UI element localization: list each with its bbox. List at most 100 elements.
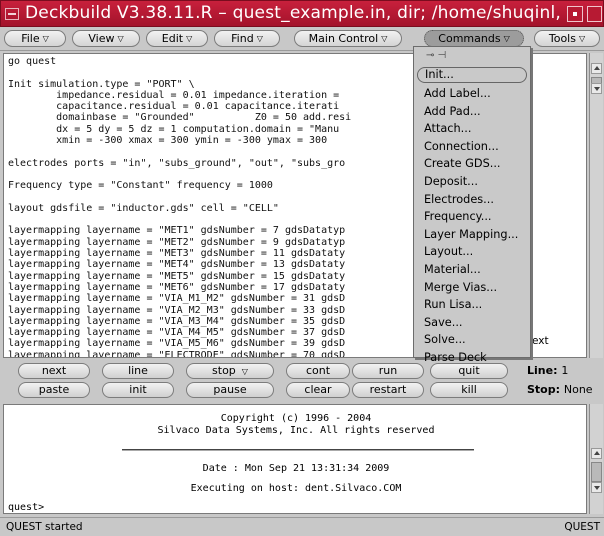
commands-menu-item[interactable]: Deposit... [424, 175, 478, 188]
code-line[interactable]: layermapping layername = "MET4" gdsNumbe… [8, 259, 351, 270]
editor-scrollbar[interactable] [589, 53, 603, 358]
stop-status-label: Stop: [527, 383, 561, 396]
commands-menu-item[interactable]: Layer Mapping... [424, 228, 518, 241]
kill-button[interactable]: kill [430, 382, 508, 398]
output-console[interactable]: Copyright (c) 1996 - 2004 Silvaco Data S… [3, 404, 587, 514]
code-line[interactable]: electrodes ports = "in", "subs_ground", … [8, 158, 351, 169]
next-button[interactable]: next [18, 363, 90, 379]
edit-menu-button[interactable]: Edit ▽ [146, 30, 208, 47]
commands-menu-item[interactable]: Frequency... [424, 210, 492, 223]
code-line[interactable]: Init simulation.type = "PORT" \ [8, 79, 351, 90]
code-line[interactable]: dx = 5 dy = 5 dz = 1 computation.domain … [8, 124, 351, 135]
code-line[interactable] [8, 146, 351, 157]
commands-menu-item[interactable]: Merge Vias... [424, 281, 497, 294]
file-menu-label: File [21, 32, 40, 45]
code-line[interactable]: xmin = -300 xmax = 300 ymin = -300 ymax … [8, 135, 351, 146]
commands-menu-button[interactable]: Commands ▽ [424, 30, 524, 47]
code-line[interactable]: impedance.residual = 0.01 impedance.iter… [8, 90, 351, 101]
control-row-1: next line stop ▽ cont run quit Line: 1 [0, 362, 604, 381]
tools-menu-button[interactable]: Tools ▽ [534, 30, 600, 47]
chevron-down-icon: ▽ [42, 34, 49, 43]
chevron-down-icon: ▽ [186, 34, 193, 43]
view-menu-button[interactable]: View ▽ [72, 30, 140, 47]
scroll-thumb[interactable] [591, 462, 602, 482]
chevron-down-icon: ▽ [241, 367, 248, 376]
file-menu-button[interactable]: File ▽ [4, 30, 66, 47]
code-line[interactable]: layermapping layername = "MET5" gdsNumbe… [8, 271, 351, 282]
code-line[interactable]: layermapping layername = "MET3" gdsNumbe… [8, 248, 351, 259]
status-left: QUEST started [6, 521, 83, 533]
host-line: Executing on host: dent.Silvaco.COM [190, 483, 402, 494]
scroll-down-icon[interactable] [591, 482, 602, 493]
cont-button[interactable]: cont [286, 363, 350, 379]
control-row-2: paste init pause clear restart kill Stop… [0, 381, 604, 400]
pause-button[interactable]: pause [186, 382, 274, 398]
window-title: Deckbuild V3.38.11.R – quest_example.in,… [25, 3, 562, 23]
paste-button[interactable]: paste [18, 382, 90, 398]
main-control-menu-button[interactable]: Main Control ▽ [294, 30, 402, 47]
chevron-down-icon: ▽ [578, 34, 586, 43]
commands-menu-item[interactable]: Material... [424, 263, 481, 276]
deck-text[interactable]: go quest Init simulation.type = "PORT" \… [8, 56, 351, 357]
chevron-down-icon: ▽ [503, 34, 510, 43]
console-prompt[interactable]: quest> [8, 502, 44, 513]
code-line[interactable]: layermapping layername = "VIA_M1_M2" gds… [8, 293, 351, 304]
status-bar: QUEST started QUEST [0, 517, 604, 536]
code-line[interactable]: layermapping layername = "VIA_M3_M4" gds… [8, 316, 351, 327]
commands-menu-item[interactable]: Attach... [424, 122, 471, 135]
company-line: Silvaco Data Systems, Inc. All rights re… [157, 425, 435, 436]
code-line[interactable]: capacitance.residual = 0.01 capacitance.… [8, 101, 351, 112]
code-line[interactable]: layermapping layername = "MET6" gdsNumbe… [8, 282, 351, 293]
code-line[interactable]: go quest [8, 56, 351, 67]
init-button[interactable]: init [102, 382, 174, 398]
line-button[interactable]: line [102, 363, 174, 379]
commands-menu-item[interactable]: Init... [417, 67, 527, 83]
output-scrollbar[interactable] [589, 404, 603, 514]
commands-menu-item[interactable]: Create GDS... [424, 157, 501, 170]
commands-menu-item[interactable]: Run Lisa... [424, 298, 482, 311]
line-status: Line: 1 [527, 364, 568, 377]
code-line[interactable] [8, 214, 351, 225]
commands-menu-label: Commands [438, 32, 501, 45]
line-status-label: Line: [527, 364, 558, 377]
code-line[interactable]: layermapping layername = "VIA_M2_M3" gds… [8, 305, 351, 316]
code-line[interactable]: layout gdsfile = "inductor.gds" cell = "… [8, 203, 351, 214]
commands-menu-item[interactable]: Parse Deck [424, 351, 487, 364]
code-line[interactable]: layermapping layername = "VIA_M5_M6" gds… [8, 338, 351, 349]
code-line[interactable]: Frequency type = "Constant" frequency = … [8, 180, 351, 191]
code-line[interactable] [8, 67, 351, 78]
chevron-down-icon: ▽ [256, 34, 263, 43]
code-line[interactable]: layermapping layername = "VIA_M4_M5" gds… [8, 327, 351, 338]
commands-menu-item[interactable]: Solve... [424, 333, 466, 346]
title-bar[interactable]: Deckbuild V3.38.11.R – quest_example.in,… [0, 0, 604, 27]
find-menu-button[interactable]: Find ▽ [214, 30, 280, 47]
quit-button[interactable]: quit [430, 363, 508, 379]
code-line[interactable] [8, 192, 351, 203]
run-button[interactable]: run [352, 363, 424, 379]
code-line[interactable]: layermapping layername = "ELECTRODE" gds… [8, 350, 351, 357]
commands-dropdown: ⊸ ⊣ Init... Add Label... Add Pad... Attach.… [413, 46, 531, 364]
restart-button[interactable]: restart [352, 382, 424, 398]
commands-menu-item[interactable]: Electrodes... [424, 193, 494, 206]
minimize-icon[interactable] [567, 6, 583, 22]
code-line[interactable]: layermapping layername = "MET1" gdsNumbe… [8, 225, 351, 236]
stop-button[interactable]: stop ▽ [186, 363, 274, 379]
clipped-text-tail: ext [532, 335, 549, 347]
code-line[interactable]: domainbase = "Grounded" Z0 = 50 add.resi [8, 112, 351, 123]
clear-button[interactable]: clear [286, 382, 350, 398]
scroll-up-icon[interactable] [591, 63, 602, 74]
commands-menu-item[interactable]: Add Pad... [424, 105, 481, 118]
main-control-menu-label: Main Control [308, 32, 379, 45]
commands-menu-item[interactable]: Save... [424, 316, 463, 329]
scroll-down-icon[interactable] [591, 83, 602, 94]
commands-menu-item[interactable]: Layout... [424, 245, 473, 258]
window-menu-icon[interactable] [5, 8, 19, 20]
code-line[interactable] [8, 169, 351, 180]
scroll-up-icon[interactable] [591, 448, 602, 459]
commands-menu-item[interactable]: Connection... [424, 140, 499, 153]
code-line[interactable]: layermapping layername = "MET2" gdsNumbe… [8, 237, 351, 248]
maximize-icon[interactable] [587, 6, 602, 22]
chevron-down-icon: ▽ [117, 34, 124, 43]
pushpin-icon[interactable]: ⊸ ⊣ [426, 50, 446, 61]
commands-menu-item[interactable]: Add Label... [424, 87, 491, 100]
